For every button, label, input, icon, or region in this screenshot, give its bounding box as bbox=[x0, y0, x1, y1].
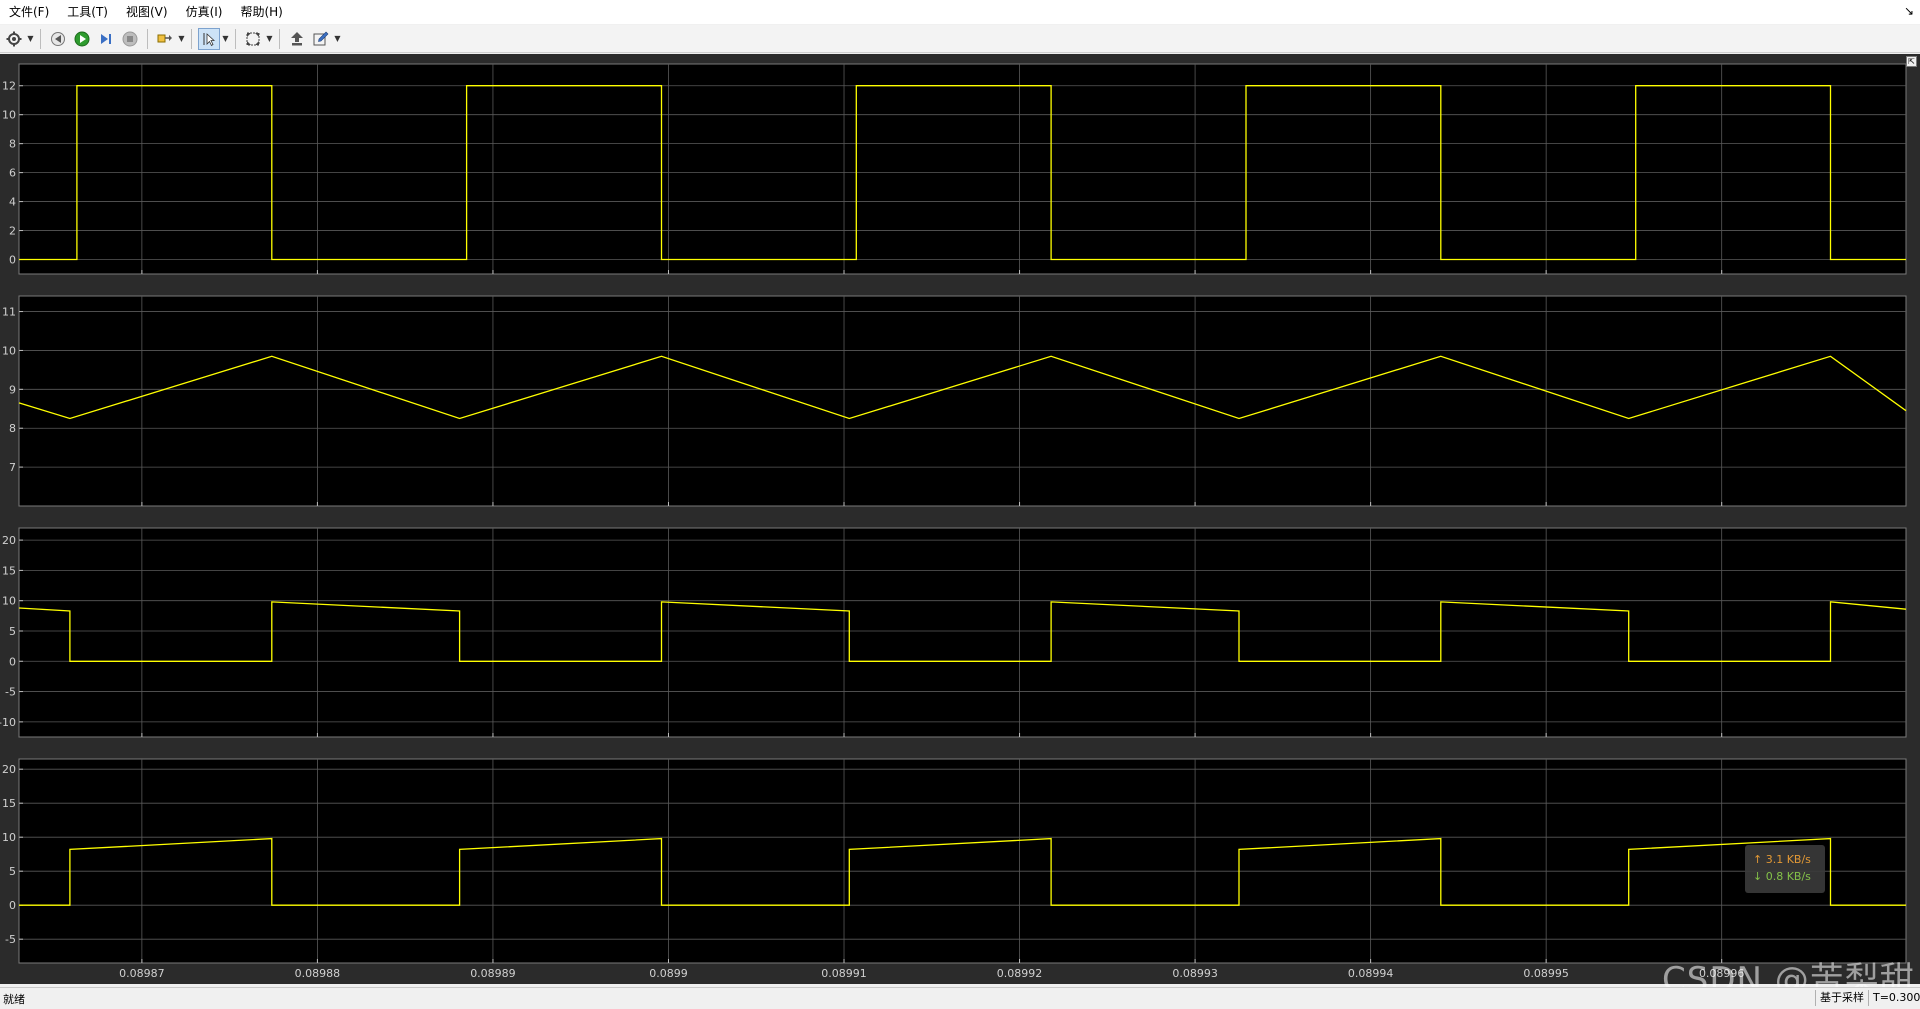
y-tick-label: 10 bbox=[2, 109, 16, 122]
x-tick-label: 0.08991 bbox=[821, 967, 867, 980]
network-monitor: ↑ 3.1 KB/s ↓ 0.8 KB/s bbox=[1745, 845, 1825, 893]
toolbar-divider bbox=[191, 28, 192, 49]
y-tick-label: 0 bbox=[9, 254, 16, 267]
sim-time: T=0.300 bbox=[1868, 990, 1920, 1006]
settings-icon[interactable] bbox=[3, 28, 25, 50]
plot-area bbox=[18, 63, 1907, 275]
y-tick-label: 11 bbox=[2, 306, 16, 319]
menu-simulation[interactable]: 仿真(I) bbox=[177, 0, 232, 24]
y-tick-label: 10 bbox=[2, 831, 16, 844]
y-tick-label: 20 bbox=[2, 534, 16, 547]
x-tick-label: 0.08989 bbox=[470, 967, 516, 980]
y-tick-label: 7 bbox=[9, 461, 16, 474]
settings-dropdown-icon[interactable]: ▼ bbox=[26, 28, 35, 50]
y-tick-label: 0 bbox=[9, 899, 16, 912]
y-tick-label: 6 bbox=[9, 167, 16, 180]
edit-style-icon[interactable] bbox=[310, 28, 332, 50]
y-tick-label: 5 bbox=[9, 625, 16, 638]
lock-axes-icon[interactable] bbox=[286, 28, 308, 50]
toolbar-divider bbox=[235, 28, 236, 49]
y-tick-label: 12 bbox=[2, 80, 16, 93]
x-tick-label: 0.08994 bbox=[1348, 967, 1394, 980]
edit-style-dropdown-icon[interactable]: ▼ bbox=[333, 28, 342, 50]
y-tick-label: 8 bbox=[9, 138, 16, 151]
y-tick-label: 4 bbox=[9, 196, 16, 209]
x-tick-label: 0.08988 bbox=[295, 967, 341, 980]
x-tick-label: 0.08992 bbox=[997, 967, 1043, 980]
y-tick-label: 5 bbox=[9, 865, 16, 878]
highlight-dropdown-icon[interactable]: ▼ bbox=[177, 28, 186, 50]
y-tick-label: 2 bbox=[9, 225, 16, 238]
sample-mode: 基于采样 bbox=[1815, 990, 1868, 1006]
step-forward-icon[interactable] bbox=[95, 28, 117, 50]
zoom-dropdown-icon[interactable]: ▼ bbox=[265, 28, 274, 50]
run-icon[interactable] bbox=[71, 28, 93, 50]
menu-view[interactable]: 视图(V) bbox=[117, 0, 177, 24]
stop-icon[interactable] bbox=[119, 28, 141, 50]
y-tick-label: -5 bbox=[5, 686, 16, 699]
y-tick-label: 8 bbox=[9, 422, 16, 435]
y-tick-label: -10 bbox=[0, 716, 16, 729]
cursor-dropdown-icon[interactable]: ▼ bbox=[221, 28, 230, 50]
x-tick-label: 0.08995 bbox=[1523, 967, 1569, 980]
upload-speed: ↑ 3.1 KB/s bbox=[1753, 853, 1811, 866]
menu-bar: 文件(F) 工具(T) 视图(V) 仿真(I) 帮助(H) ↘ bbox=[0, 0, 1920, 24]
restore-icon[interactable]: ⇱ bbox=[1906, 56, 1917, 67]
plot-area bbox=[18, 758, 1907, 964]
scope-display: 0 2 4 6 8 10 12 7 8 9 10 11 -10 -5 0 5 10 15 20 -5 0 5 10 15 20 0… bbox=[0, 54, 1920, 984]
toolbar: ▼ ▼ ▼ ▼ ▼ bbox=[0, 25, 1920, 53]
y-tick-label: -5 bbox=[5, 933, 16, 946]
zoom-fit-icon[interactable] bbox=[242, 28, 264, 50]
x-tick-label: 0.08993 bbox=[1172, 967, 1218, 980]
menu-tools[interactable]: 工具(T) bbox=[58, 0, 117, 24]
status-text: 就绪 bbox=[3, 993, 25, 1006]
toolbar-divider bbox=[40, 28, 41, 49]
step-back-icon[interactable] bbox=[47, 28, 69, 50]
menu-help[interactable]: 帮助(H) bbox=[231, 0, 291, 24]
x-tick-label: 0.0899 bbox=[649, 967, 688, 980]
y-tick-label: 20 bbox=[2, 763, 16, 776]
menu-file[interactable]: 文件(F) bbox=[0, 0, 58, 24]
restore-glyph: ⇱ bbox=[1908, 57, 1915, 66]
download-speed: ↓ 0.8 KB/s bbox=[1753, 870, 1811, 883]
y-tick-label: 10 bbox=[2, 344, 16, 357]
y-tick-label: 15 bbox=[2, 797, 16, 810]
plot-area bbox=[18, 295, 1907, 507]
y-tick-label: 0 bbox=[9, 655, 16, 668]
dock-arrow-icon[interactable]: ↘ bbox=[1904, 4, 1914, 18]
scope-plots[interactable]: 0 2 4 6 8 10 12 7 8 9 10 11 -10 -5 0 5 10 15 20 -5 0 5 10 15 20 0… bbox=[0, 54, 1920, 984]
y-tick-label: 9 bbox=[9, 383, 16, 396]
x-tick-label: 0.08987 bbox=[119, 967, 165, 980]
status-bar: 就绪 基于采样 T=0.300 bbox=[0, 987, 1920, 1009]
y-tick-label: 15 bbox=[2, 564, 16, 577]
y-tick-label: 10 bbox=[2, 595, 16, 608]
toolbar-divider bbox=[279, 28, 280, 49]
toolbar-divider bbox=[147, 28, 148, 49]
highlight-block-icon[interactable] bbox=[154, 28, 176, 50]
plot-area bbox=[18, 527, 1907, 738]
cursor-icon[interactable] bbox=[198, 27, 220, 50]
